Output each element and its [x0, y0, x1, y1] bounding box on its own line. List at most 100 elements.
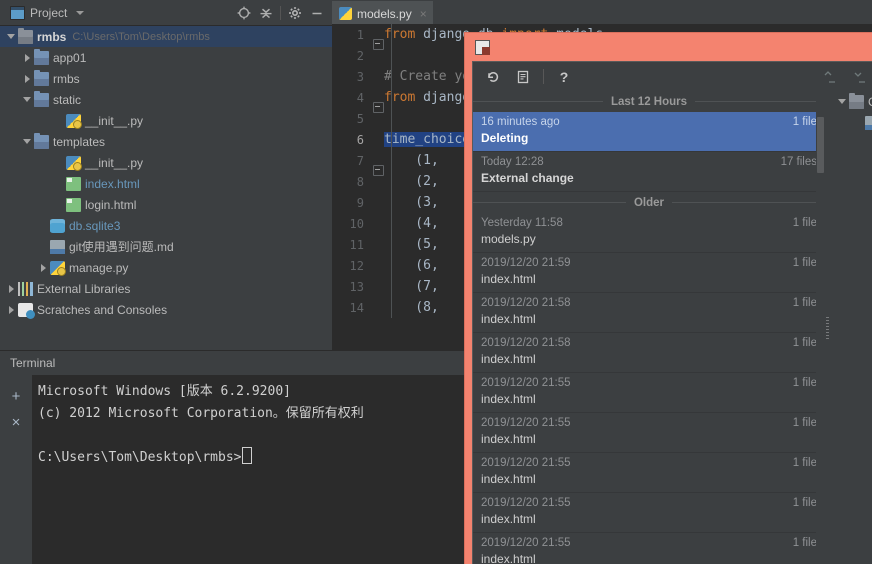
local-history-revision-list[interactable]: Last 12 Hours 16 minutes ago 1 file Deletin…: [473, 91, 825, 564]
expand-all-icon[interactable]: [818, 66, 842, 88]
line-number: 1: [356, 27, 364, 42]
history-entry-filecount: 1 file: [792, 537, 817, 549]
history-file-tree-row[interactable]: C: [831, 91, 872, 112]
history-scrollbar[interactable]: [816, 91, 825, 564]
split-drag-handle[interactable]: [826, 317, 829, 341]
new-session-button[interactable]: +: [0, 383, 32, 409]
python-file-icon: [339, 7, 352, 20]
history-entry-time: 2019/12/20 21:55: [481, 377, 571, 389]
history-entry[interactable]: 2019/12/20 21:55 1 file index.html: [473, 533, 825, 564]
tree-row-scratches-and-consoles[interactable]: Scratches and Consoles: [0, 299, 332, 320]
tree-row-external-libraries[interactable]: External Libraries: [0, 278, 332, 299]
collapse-all-icon[interactable]: [848, 66, 872, 88]
tree-row-login-html[interactable]: login.html: [0, 194, 332, 215]
tree-row-db-sqlite3[interactable]: db.sqlite3: [0, 215, 332, 236]
history-group-label: Last 12 Hours: [610, 95, 688, 108]
history-entry-time: Yesterday 11:58: [481, 217, 563, 229]
locate-icon[interactable]: [233, 2, 255, 24]
create-patch-icon[interactable]: [511, 66, 535, 88]
local-history-dialog[interactable]: ? Last 12 Hours 16 minutes ago 1 file Delet…: [465, 33, 872, 564]
history-entry[interactable]: 2019/12/20 21:55 1 file index.html: [473, 413, 825, 453]
chevron-down-icon[interactable]: [837, 96, 848, 107]
libraries-icon: [18, 281, 33, 296]
history-entry[interactable]: 2019/12/20 21:58 1 file index.html: [473, 293, 825, 333]
tree-row-manage-py[interactable]: manage.py: [0, 257, 332, 278]
history-entry-label: index.html: [481, 472, 536, 486]
chevron-right-icon[interactable]: [22, 52, 33, 63]
history-entry[interactable]: 2019/12/20 21:55 1 file index.html: [473, 373, 825, 413]
history-entry[interactable]: 2019/12/20 21:58 1 file index.html: [473, 333, 825, 373]
history-entry[interactable]: 16 minutes ago 1 file Deleting: [473, 112, 825, 152]
python-file-icon: [66, 155, 82, 171]
history-entry[interactable]: Today 12:28 17 files External change: [473, 152, 825, 192]
history-entry-filecount: 1 file: [792, 457, 817, 469]
terminal-output[interactable]: Microsoft Windows [版本 6.2.9200] (c) 2012…: [32, 375, 472, 564]
tree-arrow-spacer: [54, 199, 65, 210]
tree-row-static[interactable]: static: [0, 89, 332, 110]
chevron-down-icon[interactable]: [22, 136, 33, 147]
line-number: 2: [356, 48, 364, 63]
history-scrollbar-thumb[interactable]: [817, 117, 824, 173]
chevron-down-icon[interactable]: [6, 31, 17, 42]
chevron-right-icon[interactable]: [6, 283, 17, 294]
tree-row-templates[interactable]: templates: [0, 131, 332, 152]
history-entry-label: models.py: [481, 232, 536, 246]
tree-row-label: rmbs: [53, 71, 80, 86]
history-group-header: Last 12 Hours: [473, 91, 825, 112]
project-window-icon: [10, 5, 25, 20]
collapse-all-icon[interactable]: [255, 2, 277, 24]
tree-row-label: login.html: [85, 197, 137, 212]
close-icon[interactable]: ×: [420, 7, 427, 21]
tree-row-label: External Libraries: [37, 281, 131, 296]
history-entry-filecount: 17 files: [780, 156, 817, 168]
tree-row-label: git使用遇到问题.md: [69, 240, 174, 254]
project-title-button[interactable]: Project: [4, 5, 85, 20]
tree-row-init-py[interactable]: __init__.py: [0, 152, 332, 173]
history-file-tree-row[interactable]: [831, 112, 872, 133]
chevron-right-icon[interactable]: [6, 304, 17, 315]
help-icon[interactable]: ?: [552, 66, 576, 88]
settings-gear-icon[interactable]: [284, 2, 306, 24]
markdown-file-icon: [50, 239, 65, 254]
local-history-titlebar[interactable]: [465, 33, 872, 61]
hide-window-icon[interactable]: [306, 2, 328, 24]
revert-icon[interactable]: [481, 66, 505, 88]
history-entry-time: 2019/12/20 21:55: [481, 537, 571, 549]
folder-src-icon: [34, 90, 49, 107]
history-entry-time: Today 12:28: [481, 156, 544, 168]
line-number: 6: [356, 132, 364, 147]
history-entry[interactable]: 2019/12/20 21:55 1 file index.html: [473, 493, 825, 533]
chevron-down-icon[interactable]: [22, 94, 33, 105]
chevron-right-icon[interactable]: [22, 73, 33, 84]
chevron-down-icon[interactable]: [76, 10, 85, 15]
editor-tab-models-py[interactable]: models.py ×: [332, 1, 433, 24]
ide-window: Project rmbs C:\Users\Tom\Desktop\rmbs app…: [0, 0, 872, 564]
html-file-icon: [66, 176, 81, 191]
project-file-tree[interactable]: rmbs C:\Users\Tom\Desktop\rmbs app01 rmbs st…: [0, 26, 332, 350]
history-entry[interactable]: 2019/12/20 21:59 1 file index.html: [473, 253, 825, 293]
tree-row-index-html[interactable]: index.html: [0, 173, 332, 194]
tree-arrow-spacer: [38, 220, 49, 231]
line-number: 10: [349, 216, 364, 231]
tree-row-rmbs[interactable]: rmbs C:\Users\Tom\Desktop\rmbs: [0, 26, 332, 47]
folder-src-icon: [34, 48, 49, 65]
tree-row-git-md[interactable]: git使用遇到问题.md: [0, 236, 332, 257]
tree-row-label: __init__.py: [85, 113, 144, 128]
tree-row-app01[interactable]: app01: [0, 47, 332, 68]
tree-row-rmbs[interactable]: rmbs: [0, 68, 332, 89]
fold-marker-icon[interactable]: [373, 164, 384, 176]
history-entry-time: 2019/12/20 21:58: [481, 337, 571, 349]
history-entry[interactable]: Yesterday 11:58 1 file models.py: [473, 213, 825, 253]
history-entry[interactable]: 2019/12/20 21:55 1 file index.html: [473, 453, 825, 493]
close-session-button[interactable]: ×: [0, 409, 32, 435]
fold-marker-icon[interactable]: [373, 38, 384, 50]
tree-arrow-spacer: [54, 178, 65, 189]
code-text: (8,: [384, 300, 439, 315]
history-entry-filecount: 1 file: [792, 116, 817, 128]
tree-row-init-py[interactable]: __init__.py: [0, 110, 332, 131]
chevron-right-icon[interactable]: [38, 262, 49, 273]
line-number: 8: [356, 174, 364, 189]
fold-marker-icon[interactable]: [373, 101, 384, 113]
local-history-file-tree[interactable]: C: [831, 91, 872, 564]
file-icon: [865, 115, 872, 130]
